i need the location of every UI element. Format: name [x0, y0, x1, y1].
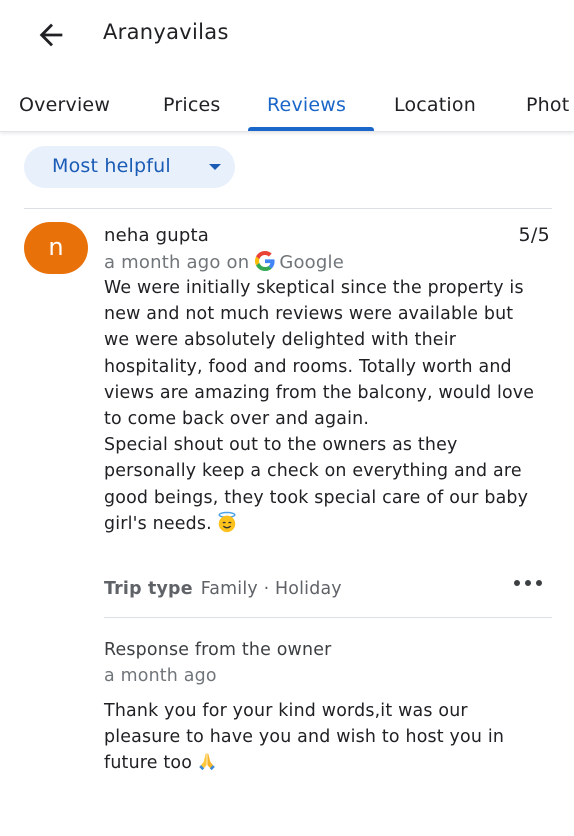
more-horizontal-icon[interactable]: [514, 580, 542, 586]
review-time: a month ago on: [104, 252, 250, 273]
owner-response-time: a month ago: [104, 666, 217, 686]
owner-response-text: Thank you for your kind words,it was our…: [104, 698, 544, 777]
review-body: We were initially skeptical since the pr…: [104, 278, 535, 534]
trip-type-label: Trip type: [104, 579, 193, 599]
tab-photos[interactable]: Phot: [526, 94, 569, 116]
tab-overview[interactable]: Overview: [19, 94, 110, 116]
smiling-face-with-halo-emoji: [218, 511, 236, 532]
trip-type: Trip type Family · Holiday: [104, 579, 342, 599]
review-text: We were initially skeptical since the pr…: [104, 275, 544, 537]
sort-label: Most helpful: [52, 155, 171, 177]
sort-dropdown[interactable]: Most helpful: [24, 146, 235, 188]
active-tab-indicator: [248, 127, 374, 131]
review-source: Google: [279, 252, 344, 273]
avatar[interactable]: n: [24, 222, 88, 274]
caret-down-icon: [209, 164, 221, 170]
tab-prices[interactable]: Prices: [163, 94, 220, 116]
review-meta: a month ago on Google: [104, 251, 344, 273]
google-g-icon: [255, 251, 275, 271]
folded-hands-emoji: [199, 753, 215, 771]
tab-reviews[interactable]: Reviews: [267, 94, 346, 116]
divider: [24, 208, 552, 209]
app-bar: Aranyavilas: [0, 0, 574, 70]
review-rating: 5/5: [518, 224, 550, 246]
tab-bar: Overview Prices Reviews Location Phot: [0, 82, 574, 132]
divider: [104, 617, 552, 618]
page-title: Aranyavilas: [103, 20, 229, 44]
owner-response-title: Response from the owner: [104, 640, 332, 660]
tab-location[interactable]: Location: [394, 94, 476, 116]
trip-type-value: Family · Holiday: [200, 579, 342, 599]
owner-response-body: Thank you for your kind words,it was our…: [104, 701, 505, 774]
arrow-back-icon[interactable]: [34, 18, 68, 52]
reviewer-name[interactable]: neha gupta: [104, 225, 209, 246]
